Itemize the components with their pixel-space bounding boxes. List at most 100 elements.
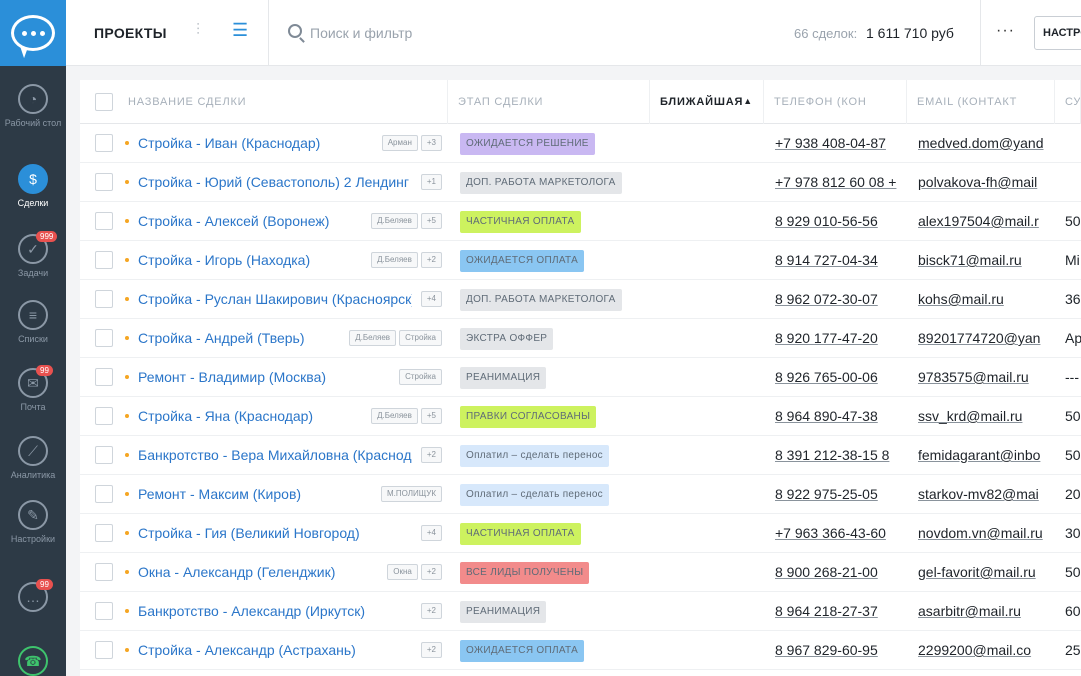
deal-tag[interactable]: Д.Беляев xyxy=(371,252,418,268)
deal-tag[interactable]: +5 xyxy=(420,213,442,229)
table-row[interactable]: Стройка - Руслан Шакирович (Красноярск) +… xyxy=(80,280,1081,319)
row-checkbox[interactable] xyxy=(95,212,113,230)
row-checkbox[interactable] xyxy=(95,485,113,503)
table-row[interactable]: Стройка - Гия (Великий Новгород) +4 ЧАСТИЧ… xyxy=(80,514,1081,553)
table-row[interactable]: Банкротство - Вера Михайловна (Краснодар… xyxy=(80,436,1081,475)
row-checkbox[interactable] xyxy=(95,641,113,659)
deal-tag[interactable]: Стройка xyxy=(399,330,442,346)
stage-badge[interactable]: Оплатил – сделать перенос xyxy=(460,484,609,506)
deal-tag[interactable]: +4 xyxy=(420,525,442,541)
sidebar-item-0[interactable]: ◔ Рабочий стол xyxy=(0,84,66,128)
phone-link[interactable]: 8 900 268-21-00 xyxy=(775,553,905,592)
deal-tag[interactable]: Д.Беляев xyxy=(349,330,397,346)
settings-button[interactable]: НАСТРОЙКИ xyxy=(1034,16,1081,50)
deal-tag[interactable]: +4 xyxy=(420,291,442,307)
deal-tag[interactable]: Д.Беляев xyxy=(371,408,418,424)
email-link[interactable]: 2299200@mail.co xyxy=(918,631,1046,670)
deal-tag[interactable]: Стройка xyxy=(399,369,442,385)
table-row[interactable]: Стройка - Алексей (Воронеж) Д.Беляев +5 ЧАС… xyxy=(80,202,1081,241)
stage-badge[interactable]: РЕАНИМАЦИЯ xyxy=(460,601,547,623)
sidebar-item-5[interactable]: ⟋ Аналитика xyxy=(0,436,66,480)
sidebar-item-2[interactable]: ✓ Задачи 999 xyxy=(0,231,66,278)
stage-badge[interactable]: ОЖИДАЕТСЯ ОПЛАТА xyxy=(460,250,585,272)
row-checkbox[interactable] xyxy=(95,329,113,347)
phone-link[interactable]: 8 914 727-04-34 xyxy=(775,241,905,280)
row-checkbox[interactable] xyxy=(95,602,113,620)
column-email[interactable]: EMAIL (КОНТАКТ xyxy=(907,80,1055,124)
stage-badge[interactable]: ОЖИДАЕТСЯ ОПЛАТА xyxy=(460,640,585,662)
row-checkbox[interactable] xyxy=(95,368,113,386)
table-row[interactable]: Стройка - Юрий (Севастополь) 2 Лендинг +1… xyxy=(80,163,1081,202)
row-checkbox[interactable] xyxy=(95,407,113,425)
row-checkbox[interactable] xyxy=(95,173,113,191)
phone-link[interactable]: 8 926 765-00-06 xyxy=(775,358,905,397)
email-link[interactable]: gel-favorit@mail.ru xyxy=(918,553,1046,592)
deal-name-link[interactable]: Стройка - Иван (Краснодар) xyxy=(138,135,320,151)
deal-name-link[interactable]: Стройка - Андрей (Тверь) xyxy=(138,330,305,346)
stage-badge[interactable]: ВСЕ ЛИДЫ ПОЛУЧЕНЫ xyxy=(460,562,590,584)
deal-name-link[interactable]: Стройка - Александр (Астрахань) xyxy=(138,642,356,658)
phone-link[interactable]: +7 963 366-43-60 xyxy=(775,514,905,553)
deal-tag[interactable]: Окна xyxy=(387,564,418,580)
deal-name-link[interactable]: Стройка - Гия (Великий Новгород) xyxy=(138,525,360,541)
deal-tag[interactable]: +2 xyxy=(420,252,442,268)
chat-button[interactable]: … 99 xyxy=(0,579,66,616)
stage-badge[interactable]: ДОП. РАБОТА МАРКЕТОЛОГА xyxy=(460,289,622,311)
email-link[interactable]: 9783575@mail.ru xyxy=(918,358,1046,397)
email-link[interactable]: medved.dom@yand xyxy=(918,124,1046,163)
search-input[interactable] xyxy=(310,22,710,44)
deal-name-link[interactable]: Ремонт - Владимир (Москва) xyxy=(138,369,326,385)
table-row[interactable]: Банкротство - Александр (Иркутск) +2 РЕАНИ… xyxy=(80,592,1081,631)
deal-tag[interactable]: Д.Беляев xyxy=(371,213,418,229)
email-link[interactable]: bisck71@mail.ru xyxy=(918,241,1046,280)
deal-tag[interactable]: Арман xyxy=(381,135,418,151)
email-link[interactable]: kohs@mail.ru xyxy=(918,280,1046,319)
stage-badge[interactable]: ЧАСТИЧНАЯ ОПЛАТА xyxy=(460,523,581,545)
table-row[interactable]: Ремонт - Максим (Киров) М.ПОЛИЩУК Оплатил … xyxy=(80,475,1081,514)
deal-tag[interactable]: +2 xyxy=(420,603,442,619)
sidebar-item-4[interactable]: ✉ Почта 99 xyxy=(0,365,66,412)
table-row[interactable]: Стройка - Андрей (Тверь) Д.Беляев Стройка Э… xyxy=(80,319,1081,358)
deal-name-link[interactable]: Стройка - Алексей (Воронеж) xyxy=(138,213,329,229)
phone-link[interactable]: 8 391 212-38-15 8 xyxy=(775,436,905,475)
stage-badge[interactable]: ОЖИДАЕТСЯ РЕШЕНИЕ xyxy=(460,133,595,155)
stage-badge[interactable]: ДОП. РАБОТА МАРКЕТОЛОГА xyxy=(460,172,622,194)
email-link[interactable]: polvakova-fh@mail xyxy=(918,163,1046,202)
table-row[interactable]: Стройка - Яна (Краснодар) Д.Беляев +5 ПРАВК… xyxy=(80,397,1081,436)
stage-badge[interactable]: РЕАНИМАЦИЯ xyxy=(460,367,547,389)
table-row[interactable]: Стройка - Игорь (Находка) Д.Беляев +2 ОЖИДА… xyxy=(80,241,1081,280)
select-all-checkbox[interactable] xyxy=(95,93,113,111)
email-link[interactable]: starkov-mv82@mai xyxy=(918,475,1046,514)
email-link[interactable]: novdom.vn@mail.ru xyxy=(918,514,1046,553)
column-nearest[interactable]: БЛИЖАЙШАЯ ▲ xyxy=(650,80,764,124)
stage-badge[interactable]: ЧАСТИЧНАЯ ОПЛАТА xyxy=(460,211,581,233)
email-link[interactable]: ssv_krd@mail.ru xyxy=(918,397,1046,436)
column-name[interactable]: НАЗВАНИЕ СДЕЛКИ xyxy=(118,80,448,124)
deal-name-link[interactable]: Стройка - Юрий (Севастополь) 2 Лендинг xyxy=(138,174,409,190)
deal-name-link[interactable]: Стройка - Яна (Краснодар) xyxy=(138,408,313,424)
phone-link[interactable]: 8 967 829-60-95 xyxy=(775,631,905,670)
list-view-icon[interactable]: ☰ xyxy=(232,20,248,41)
row-checkbox[interactable] xyxy=(95,290,113,308)
phone-link[interactable]: +7 938 408-04-87 xyxy=(775,124,905,163)
phone-link[interactable]: 8 922 975-25-05 xyxy=(775,475,905,514)
stage-badge[interactable]: ПРАВКИ СОГЛАСОВАНЫ xyxy=(460,406,597,428)
stage-badge[interactable]: Оплатил – сделать перенос xyxy=(460,445,609,467)
phone-link[interactable]: 8 920 177-47-20 xyxy=(775,319,905,358)
table-row[interactable]: Стройка - Иван (Краснодар) Арман +3 ОЖИДАЕТ… xyxy=(80,124,1081,163)
phone-button[interactable]: ☎ xyxy=(0,646,66,676)
table-row[interactable]: Стройка - Александр (Астрахань) +2 ОЖИДАЕТ… xyxy=(80,631,1081,670)
email-link[interactable]: 89201774720@yan xyxy=(918,319,1046,358)
sidebar-item-6[interactable]: ✎ Настройки xyxy=(0,500,66,544)
column-phone[interactable]: ТЕЛЕФОН (КОН xyxy=(764,80,907,124)
phone-link[interactable]: 8 964 890-47-38 xyxy=(775,397,905,436)
phone-link[interactable]: 8 929 010-56-56 xyxy=(775,202,905,241)
email-link[interactable]: alex197504@mail.r xyxy=(918,202,1046,241)
row-checkbox[interactable] xyxy=(95,563,113,581)
column-stage[interactable]: ЭТАП СДЕЛКИ xyxy=(448,80,650,124)
table-row[interactable]: Окна - Александр (Геленджик) Окна +2 ВСЕ ЛИ… xyxy=(80,553,1081,592)
email-link[interactable]: femidagarant@inbo xyxy=(918,436,1046,475)
deal-tag[interactable]: +5 xyxy=(420,408,442,424)
phone-link[interactable]: 8 962 072-30-07 xyxy=(775,280,905,319)
deal-name-link[interactable]: Ремонт - Максим (Киров) xyxy=(138,486,301,502)
